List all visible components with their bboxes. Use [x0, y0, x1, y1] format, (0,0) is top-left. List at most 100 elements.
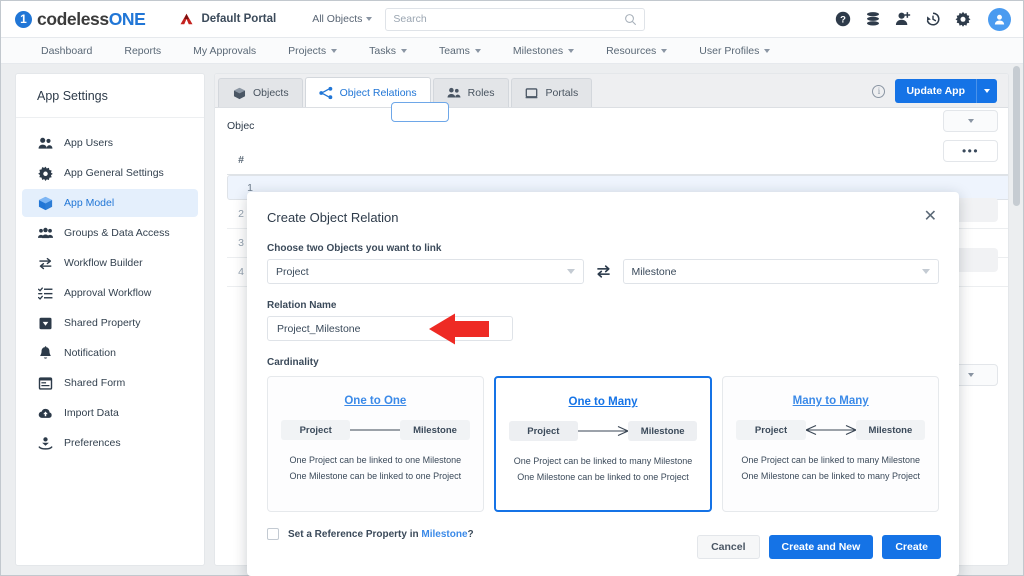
- sidebar-item-preferences[interactable]: Preferences: [22, 429, 198, 457]
- close-icon[interactable]: ✕: [920, 207, 941, 227]
- sidebar-item-app-general-settings[interactable]: App General Settings: [22, 159, 198, 187]
- nav-item-tasks[interactable]: Tasks: [353, 38, 423, 63]
- info-icon[interactable]: i: [872, 84, 886, 98]
- chevron-down-icon: [568, 48, 575, 53]
- dialog-footer: Cancel Create and New Create: [697, 535, 941, 559]
- cloud-upload-icon: [38, 406, 53, 421]
- cardinality-card-one-to-many[interactable]: One to Many Project Milestone One Project c…: [493, 376, 713, 512]
- update-app-button[interactable]: Update App: [895, 79, 997, 103]
- cardinality-diagram: Project Milestone: [496, 421, 711, 441]
- sidebar-item-label: Import Data: [64, 407, 119, 419]
- nav-item-projects[interactable]: Projects: [272, 38, 353, 63]
- sidebar-item-label: Workflow Builder: [64, 257, 143, 269]
- nav-item-resources[interactable]: Resources: [590, 38, 683, 63]
- users-icon: [38, 136, 53, 151]
- sidebar-item-shared-property[interactable]: Shared Property: [22, 309, 198, 337]
- nav-item-label: Reports: [124, 44, 162, 57]
- sidebar-item-groups-data-access[interactable]: Groups & Data Access: [22, 219, 198, 247]
- table-header-row: #: [227, 146, 1008, 175]
- cardinality-description-line: One Milestone can be linked to many Proj…: [741, 470, 920, 481]
- cardinality-description-line: One Milestone can be linked to one Proje…: [289, 470, 462, 481]
- page-scrollbar[interactable]: [1012, 64, 1021, 575]
- nav-item-teams[interactable]: Teams: [423, 38, 497, 63]
- portal-screen-icon: [525, 86, 539, 100]
- sidebar-item-import-data[interactable]: Import Data: [22, 399, 198, 427]
- background-filter-dropdown[interactable]: [943, 110, 998, 132]
- nav-item-label: My Approvals: [193, 44, 257, 57]
- relation-name-value: Project_Milestone: [277, 322, 361, 335]
- chevron-down-icon: [922, 269, 930, 274]
- create-button[interactable]: Create: [882, 535, 941, 559]
- sidebar-item-notification[interactable]: Notification: [22, 339, 198, 367]
- left-object-value: Project: [276, 265, 309, 278]
- settings-gear-icon[interactable]: [955, 11, 971, 27]
- swap-arrows-icon[interactable]: [595, 263, 612, 280]
- sidebar-title: App Settings: [16, 74, 204, 118]
- background-button-peek[interactable]: [391, 102, 449, 122]
- bell-icon: [38, 345, 53, 361]
- object-selector[interactable]: All Objects: [312, 13, 373, 25]
- tab-portals[interactable]: Portals: [510, 78, 593, 107]
- right-object-select[interactable]: Milestone: [622, 259, 939, 284]
- search-input[interactable]: [393, 13, 625, 25]
- help-icon[interactable]: ?: [835, 11, 851, 27]
- update-app-dropdown[interactable]: [976, 79, 997, 103]
- sidebar-item-shared-form[interactable]: Shared Form: [22, 369, 198, 397]
- add-user-icon[interactable]: [895, 11, 911, 27]
- relations-icon: [318, 86, 333, 100]
- nav-item-label: Milestones: [512, 44, 564, 57]
- cardinality-label: Cardinality: [267, 357, 319, 368]
- diagram-right-entity: Milestone: [628, 421, 698, 441]
- brand-logo[interactable]: 1 codelessONE: [15, 8, 146, 30]
- left-object-select[interactable]: Project: [267, 259, 584, 284]
- reference-property-checkbox[interactable]: [267, 528, 279, 540]
- preferences-hand-icon: [38, 436, 53, 451]
- cardinality-diagram: Project Milestone: [723, 420, 938, 440]
- sidebar-item-app-model[interactable]: App Model: [22, 189, 198, 217]
- nav-item-milestones[interactable]: Milestones: [497, 38, 590, 63]
- scrollbar-thumb[interactable]: [1013, 66, 1020, 206]
- diagram-connector-crowfoot-both: [805, 423, 856, 437]
- application-window: 1 codelessONE Default Portal All Objects: [0, 0, 1024, 576]
- cardinality-card-many-to-many[interactable]: Many to Many Project Milestone One Project …: [722, 376, 940, 512]
- brand-name: codelessONE: [37, 8, 146, 29]
- sidebar-item-label: Approval Workflow: [64, 287, 152, 299]
- tab-label: Portals: [545, 87, 579, 99]
- cardinality-description: One Project can be linked to many Milest…: [514, 454, 693, 486]
- history-icon[interactable]: [925, 11, 941, 27]
- cardinality-description-line: One Milestone can be linked to one Proje…: [517, 471, 689, 482]
- update-app-label: Update App: [906, 85, 965, 97]
- cube-icon: [232, 86, 246, 100]
- reference-text-before: Set a Reference Property in: [288, 528, 419, 540]
- user-avatar[interactable]: [988, 7, 1011, 31]
- diagram-right-entity: Milestone: [855, 420, 926, 440]
- diagram-left-entity: Project: [281, 420, 351, 440]
- reference-object-link[interactable]: Milestone: [421, 529, 467, 540]
- nav-item-label: Resources: [606, 44, 657, 57]
- cardinality-card-one-to-one[interactable]: One to One Project Milestone One Project ca…: [267, 376, 484, 512]
- tab-objects[interactable]: Objects: [218, 78, 303, 107]
- chevron-down-icon: [984, 89, 990, 93]
- sidebar-item-approval-workflow[interactable]: Approval Workflow: [22, 279, 198, 307]
- cardinality-description: One Project can be linked to many Milest…: [741, 453, 920, 485]
- red-left-arrow: [429, 313, 489, 345]
- portal-switcher[interactable]: Default Portal: [179, 12, 276, 26]
- dialog-header: Create Object Relation ✕: [247, 192, 959, 227]
- sidebar-item-workflow-builder[interactable]: Workflow Builder: [22, 249, 198, 277]
- diagram-connector-line: [350, 423, 401, 437]
- cube-icon: [38, 196, 53, 211]
- diagram-left-entity: Project: [736, 420, 806, 440]
- tab-label: Object Relations: [339, 86, 417, 99]
- nav-item-dashboard[interactable]: Dashboard: [25, 38, 108, 63]
- top-bar: 1 codelessONE Default Portal All Objects: [1, 1, 1023, 38]
- sidebar-item-app-users[interactable]: App Users: [22, 129, 198, 157]
- nav-item-user-profiles[interactable]: User Profiles: [683, 38, 786, 63]
- nav-item-reports[interactable]: Reports: [108, 38, 177, 63]
- nav-item-my-approvals[interactable]: My Approvals: [177, 38, 272, 63]
- global-search[interactable]: [385, 7, 646, 31]
- cancel-button[interactable]: Cancel: [697, 535, 760, 559]
- database-icon[interactable]: [865, 11, 881, 27]
- chevron-down-icon: [474, 48, 481, 53]
- row-more-actions-button[interactable]: •••: [943, 140, 998, 162]
- create-and-new-button[interactable]: Create and New: [768, 535, 874, 559]
